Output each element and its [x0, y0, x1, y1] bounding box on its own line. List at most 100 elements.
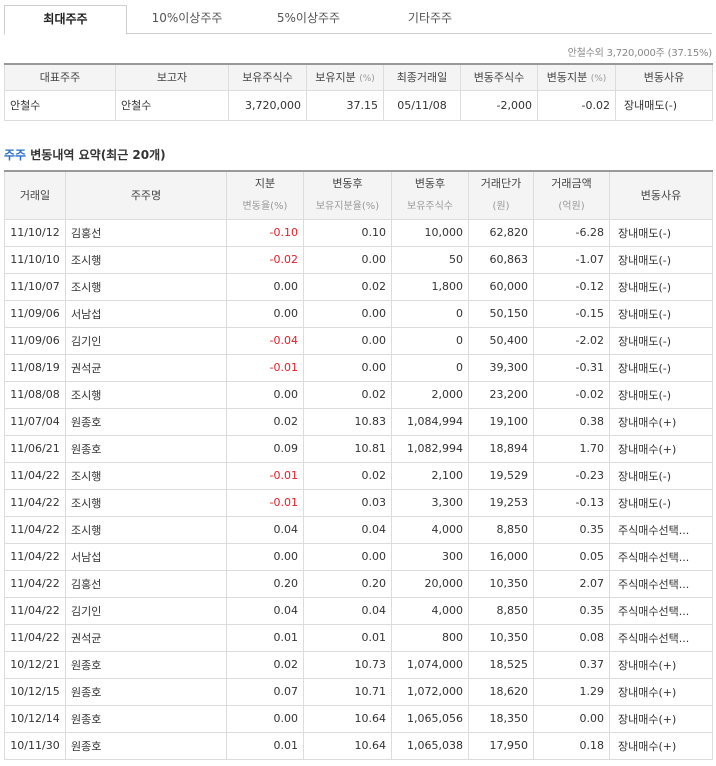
after-stake-cell: 10.83 [303, 407, 392, 436]
tab-5pct-shareholder[interactable]: 5%이상주주 [246, 5, 371, 34]
stake-change-cell: 0.02 [226, 407, 304, 436]
trade-amount-cell: 0.37 [533, 650, 610, 679]
shareholder-name-cell: 원종호 [65, 704, 227, 733]
trade-date-cell: 11/04/22 [4, 542, 66, 571]
shareholder-name-cell: 원종호 [65, 407, 227, 436]
trade-price-cell: 10,350 [468, 569, 534, 598]
stake-change-cell: -0.01 [226, 488, 304, 517]
trade-date-cell: 10/12/15 [4, 677, 66, 706]
trade-amount-cell: 0.08 [533, 623, 610, 652]
trade-date-cell: 10/11/30 [4, 731, 66, 760]
after-stake-cell: 10.64 [303, 704, 392, 733]
trade-date-cell: 11/10/07 [4, 272, 66, 301]
trade-date-cell: 11/10/12 [4, 218, 66, 247]
after-shares-cell: 3,300 [391, 488, 469, 517]
after-stake-cell: 0.02 [303, 461, 392, 490]
shareholder-name-cell: 조시행 [65, 461, 227, 490]
change-reason-cell: 장내매도(-) [609, 488, 713, 517]
trade-date-cell: 11/08/08 [4, 380, 66, 409]
trade-amount-cell: -0.13 [533, 488, 610, 517]
table-row: 11/04/22 조시행 0.04 0.04 4,000 8,850 0.35 주식매수선택.… [4, 515, 713, 544]
trade-date-cell: 11/04/22 [4, 623, 66, 652]
stake-change-cell: 0.04 [226, 515, 304, 544]
trade-price-cell: 19,100 [468, 407, 534, 436]
after-shares-cell: 2,100 [391, 461, 469, 490]
header-shares: 보유주식수 [228, 63, 307, 91]
stake-change-cell: 0.00 [226, 704, 304, 733]
after-stake-cell: 10.71 [303, 677, 392, 706]
table-row: 10/12/21 원종호 0.02 10.73 1,074,000 18,525 0.37 장… [4, 650, 713, 679]
tab-largest-shareholder[interactable]: 최대주주 [4, 5, 127, 35]
change-reason-cell: 장내매수(+) [609, 677, 713, 706]
trade-price-cell: 17,950 [468, 731, 534, 760]
change-reason-cell: 장내매수(+) [609, 731, 713, 760]
trade-date-cell: 11/04/22 [4, 488, 66, 517]
trade-amount-cell: 1.70 [533, 434, 610, 463]
stake-change-cell: -0.01 [226, 461, 304, 490]
change-reason-cell: 장내매도(-) [609, 299, 713, 328]
stake-change-cell: 0.00 [226, 542, 304, 571]
after-shares-cell: 1,074,000 [391, 650, 469, 679]
table-row: 10/12/14 원종호 0.00 10.64 1,065,056 18,350 0.00 장… [4, 704, 713, 733]
trade-price-cell: 62,820 [468, 218, 534, 247]
header-stake-change-rate: 지분 변동율(%) [226, 170, 304, 220]
after-shares-cell: 0 [391, 299, 469, 328]
trade-date-cell: 11/06/21 [4, 434, 66, 463]
reason-cell: 장내매도(-) [615, 89, 713, 121]
after-shares-cell: 0 [391, 326, 469, 355]
change-reason-cell: 장내매수(+) [609, 704, 713, 733]
tab-other-shareholder[interactable]: 기타주주 [371, 5, 489, 34]
trade-price-cell: 18,894 [468, 434, 534, 463]
stake-change-cell: 0.20 [226, 569, 304, 598]
change-reason-cell: 주식매수선택... [609, 569, 713, 598]
change-reason-cell: 장내매도(-) [609, 245, 713, 274]
change-reason-cell: 주식매수선택... [609, 596, 713, 625]
stake-change-cell: 0.04 [226, 596, 304, 625]
stake-change-cell: 0.00 [226, 380, 304, 409]
after-stake-cell: 0.04 [303, 596, 392, 625]
change-reason-cell: 주식매수선택... [609, 542, 713, 571]
trade-amount-cell: 2.07 [533, 569, 610, 598]
shareholder-name-cell: 서남섭 [65, 299, 227, 328]
header-stake: 보유지분 (%) [306, 63, 384, 91]
table-row: 11/08/08 조시행 0.00 0.02 2,000 23,200 -0.02 장내매도(… [4, 380, 713, 409]
stake-change-cell: 0.07 [226, 677, 304, 706]
shares-cell: 3,720,000 [228, 89, 307, 121]
table-row: 11/04/22 김기인 0.04 0.04 4,000 8,850 0.35 주식매수선택.… [4, 596, 713, 625]
last-date-cell: 05/11/08 [383, 89, 461, 121]
trade-price-cell: 39,300 [468, 353, 534, 382]
shareholder-name-cell: 김기인 [65, 596, 227, 625]
stake-change-cell: -0.02 [226, 245, 304, 274]
trade-amount-cell: -1.07 [533, 245, 610, 274]
shareholder-name-cell: 김홍선 [65, 218, 227, 247]
reporter-cell: 안철수 [115, 89, 229, 121]
after-shares-cell: 1,065,038 [391, 731, 469, 760]
trade-amount-cell: 0.00 [533, 704, 610, 733]
header-change-stake: 변동지분 (%) [537, 63, 616, 91]
after-stake-cell: 0.00 [303, 245, 392, 274]
change-reason-cell: 장내매수(+) [609, 650, 713, 679]
tab-10pct-shareholder[interactable]: 10%이상주주 [128, 5, 246, 34]
change-reason-cell: 장내매수(+) [609, 434, 713, 463]
trade-amount-cell: 0.18 [533, 731, 610, 760]
stake-change-cell: 0.02 [226, 650, 304, 679]
shareholder-name-cell: 권석균 [65, 353, 227, 382]
largest-shareholder-table: 대표주주 보고자 보유주식수 보유지분 (%) 최종거래일 변동주식수 변동지분… [4, 63, 713, 121]
change-shares-cell: -2,000 [460, 89, 538, 121]
table-row: 10/11/30 원종호 0.01 10.64 1,065,038 17,950 0.18 장… [4, 731, 713, 760]
table-row: 11/04/22 조시행 -0.01 0.03 3,300 19,253 -0.13 장내매도… [4, 488, 713, 517]
shareholder-name-cell: 원종호 [65, 650, 227, 679]
stake-change-cell: 0.01 [226, 623, 304, 652]
after-stake-cell: 0.00 [303, 326, 392, 355]
trade-amount-cell: 0.05 [533, 542, 610, 571]
table-row: 10/12/15 원종호 0.07 10.71 1,072,000 18,620 1.29 장… [4, 677, 713, 706]
trade-amount-cell: -6.28 [533, 218, 610, 247]
table-row: 11/04/22 조시행 -0.01 0.02 2,100 19,529 -0.23 장내매도… [4, 461, 713, 490]
shareholder-name-cell: 원종호 [65, 434, 227, 463]
table-row: 11/04/22 김홍선 0.20 0.20 20,000 10,350 2.07 주식매수선… [4, 569, 713, 598]
header-trade-price: 거래단가 (원) [468, 170, 534, 220]
table-row: 11/10/12 김홍선 -0.10 0.10 10,000 62,820 -6.28 장내매… [4, 218, 713, 247]
after-stake-cell: 0.00 [303, 542, 392, 571]
header-rep-shareholder: 대표주주 [4, 63, 116, 91]
after-stake-cell: 0.10 [303, 218, 392, 247]
